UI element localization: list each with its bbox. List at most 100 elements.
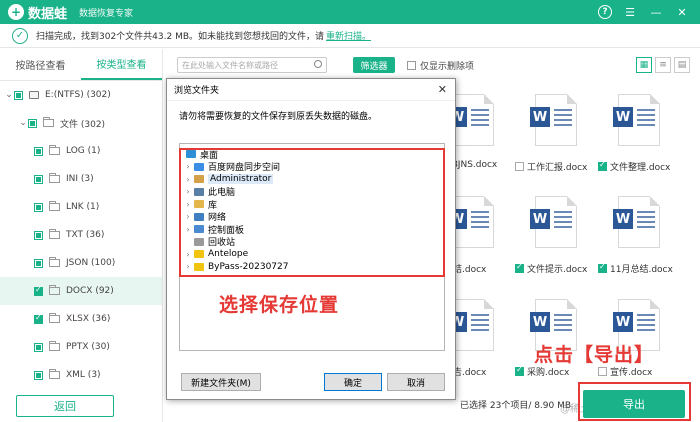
- file-checkbox-icon[interactable]: [515, 262, 524, 273]
- checkbox-icon[interactable]: [34, 230, 43, 240]
- app-subtitle: 数据恢复专家: [79, 8, 134, 19]
- word-doc-icon: W: [530, 196, 577, 248]
- file-checkbox-icon[interactable]: [515, 162, 524, 171]
- checkbox-icon[interactable]: [407, 60, 416, 70]
- word-badge-icon: W: [613, 107, 633, 127]
- doc-lines: [471, 314, 489, 334]
- word-doc-icon: W: [530, 94, 577, 146]
- file-name: 工作汇报.docx: [527, 163, 588, 173]
- tree-item-label: INI (3): [66, 174, 94, 184]
- tree-item-label: 文件 (302): [60, 119, 106, 130]
- tree-item-label: LNK (1): [66, 202, 100, 212]
- checkbox-icon[interactable]: [34, 146, 43, 156]
- folder-icon: [49, 173, 60, 183]
- dialog-close-icon[interactable]: ✕: [438, 83, 447, 96]
- tree-item[interactable]: DOCX (92): [0, 277, 162, 305]
- new-folder-button[interactable]: 新建文件夹(M): [181, 373, 261, 391]
- file-item[interactable]: W 文件提示.docx: [515, 186, 595, 276]
- sidebar: 按路径查看 按类型查看 ⌄ E:(NTFS) (302) ⌄ 文件 (302) LOG …: [0, 49, 163, 422]
- word-doc-icon: W: [613, 94, 660, 146]
- folder-icon: [49, 369, 60, 379]
- file-checkbox-icon[interactable]: [515, 365, 524, 376]
- tree-item[interactable]: XML (3): [0, 361, 162, 389]
- click-export-annotation: 点击【导出】: [534, 344, 655, 366]
- file-item[interactable]: W 工作汇报.docx: [515, 84, 595, 174]
- file-label: 文件提示.docx: [515, 262, 605, 275]
- rescan-link[interactable]: 重新扫描。: [326, 29, 371, 42]
- file-item[interactable]: W 11月总结.docx: [598, 186, 678, 276]
- tree-item-label: XLSX (36): [66, 314, 111, 324]
- app-name: 数据蛙: [28, 6, 68, 22]
- checkbox-icon[interactable]: [34, 313, 43, 324]
- tree-item[interactable]: XLSX (36): [0, 305, 162, 333]
- checkbox-icon[interactable]: [34, 370, 43, 380]
- search-placeholder: 在此处输入文件名称或路径: [182, 60, 278, 70]
- word-badge-icon: W: [530, 107, 550, 127]
- minimize-icon[interactable]: —: [648, 4, 664, 20]
- checkbox-icon[interactable]: [28, 118, 37, 128]
- grid-view-icon[interactable]: ▦: [636, 57, 652, 73]
- chevron-down-icon[interactable]: ⌄: [18, 118, 28, 128]
- tree-item[interactable]: INI (3): [0, 165, 162, 193]
- folder-icon: [49, 229, 60, 239]
- checkbox-icon[interactable]: [34, 258, 43, 268]
- tab-by-type[interactable]: 按类型查看: [81, 49, 162, 80]
- list-view-icon[interactable]: ≡: [655, 57, 671, 73]
- tree-item[interactable]: LOG (1): [0, 137, 162, 165]
- doc-lines: [554, 314, 572, 334]
- search-icon[interactable]: [314, 60, 322, 68]
- word-badge-icon: W: [613, 312, 633, 332]
- folder-icon: [49, 145, 60, 155]
- detail-view-icon[interactable]: ▤: [674, 57, 690, 73]
- check-circle-icon: ✓: [12, 27, 28, 44]
- folder-tree-highlight-box: [179, 148, 445, 277]
- checkbox-icon[interactable]: [34, 174, 43, 184]
- tree-item[interactable]: ⌄ E:(NTFS) (302): [0, 81, 162, 109]
- only-deleted-checkbox[interactable]: 仅显示删除项: [407, 59, 474, 72]
- word-badge-icon: W: [530, 209, 550, 229]
- ok-button[interactable]: 确定: [324, 373, 382, 391]
- folder-icon: [43, 117, 54, 127]
- checkbox-icon[interactable]: [14, 90, 23, 100]
- file-checkbox-icon[interactable]: [598, 367, 607, 376]
- checkbox-icon[interactable]: [34, 342, 43, 352]
- choose-location-annotation: 选择保存位置: [219, 294, 340, 316]
- tree-item-label: JSON (100): [66, 258, 116, 268]
- type-tree: ⌄ E:(NTFS) (302) ⌄ 文件 (302) LOG (1) INI (3) LN…: [0, 81, 162, 389]
- checkbox-icon[interactable]: [34, 285, 43, 296]
- back-button[interactable]: 返回: [16, 395, 114, 417]
- app-logo: + 数据蛙: [8, 3, 67, 22]
- menu-icon[interactable]: ☰: [622, 4, 638, 20]
- file-toolbar: 在此处输入文件名称或路径 筛选器 仅显示删除项 ▦ ≡ ▤: [163, 49, 700, 81]
- tree-item[interactable]: JSON (100): [0, 249, 162, 277]
- chevron-down-icon[interactable]: ⌄: [4, 90, 14, 100]
- tree-item-label: LOG (1): [66, 146, 101, 156]
- tree-item[interactable]: LNK (1): [0, 193, 162, 221]
- doc-lines: [554, 211, 572, 231]
- folder-icon: [49, 285, 60, 295]
- word-badge-icon: W: [613, 209, 633, 229]
- doc-lines: [471, 211, 489, 231]
- tree-item[interactable]: PPTX (30): [0, 333, 162, 361]
- tree-item-label: DOCX (92): [66, 286, 114, 296]
- file-item[interactable]: W 文件整理.docx: [598, 84, 678, 174]
- help-icon[interactable]: ?: [598, 5, 612, 19]
- close-icon[interactable]: ✕: [674, 4, 690, 20]
- search-input[interactable]: 在此处输入文件名称或路径: [177, 57, 327, 73]
- checkbox-icon[interactable]: [34, 202, 43, 212]
- file-checkbox-icon[interactable]: [598, 262, 607, 273]
- tab-by-path[interactable]: 按路径查看: [0, 49, 81, 80]
- file-checkbox-icon[interactable]: [598, 160, 607, 171]
- cancel-button[interactable]: 取消: [387, 373, 445, 391]
- scan-status-bar: ✓ 扫描完成，找到302个文件共43.2 MB。如未能找到您想找回的文件，请 重…: [0, 24, 700, 48]
- dialog-title: 浏览文件夹: [174, 86, 220, 96]
- tree-item-label: E:(NTFS) (302): [45, 90, 111, 100]
- tree-item[interactable]: ⌄ 文件 (302): [0, 109, 162, 137]
- filter-button[interactable]: 筛选器: [353, 57, 395, 73]
- scan-status-text: 扫描完成，找到302个文件共43.2 MB。如未能找到您想找回的文件，请: [36, 32, 325, 42]
- tree-item[interactable]: TXT (36): [0, 221, 162, 249]
- file-name: 文件整理.docx: [610, 163, 671, 173]
- tree-item-label: XML (3): [66, 370, 101, 380]
- doc-lines: [637, 211, 655, 231]
- title-bar: + 数据蛙 数据恢复专家 ? ☰ — ✕: [0, 0, 700, 24]
